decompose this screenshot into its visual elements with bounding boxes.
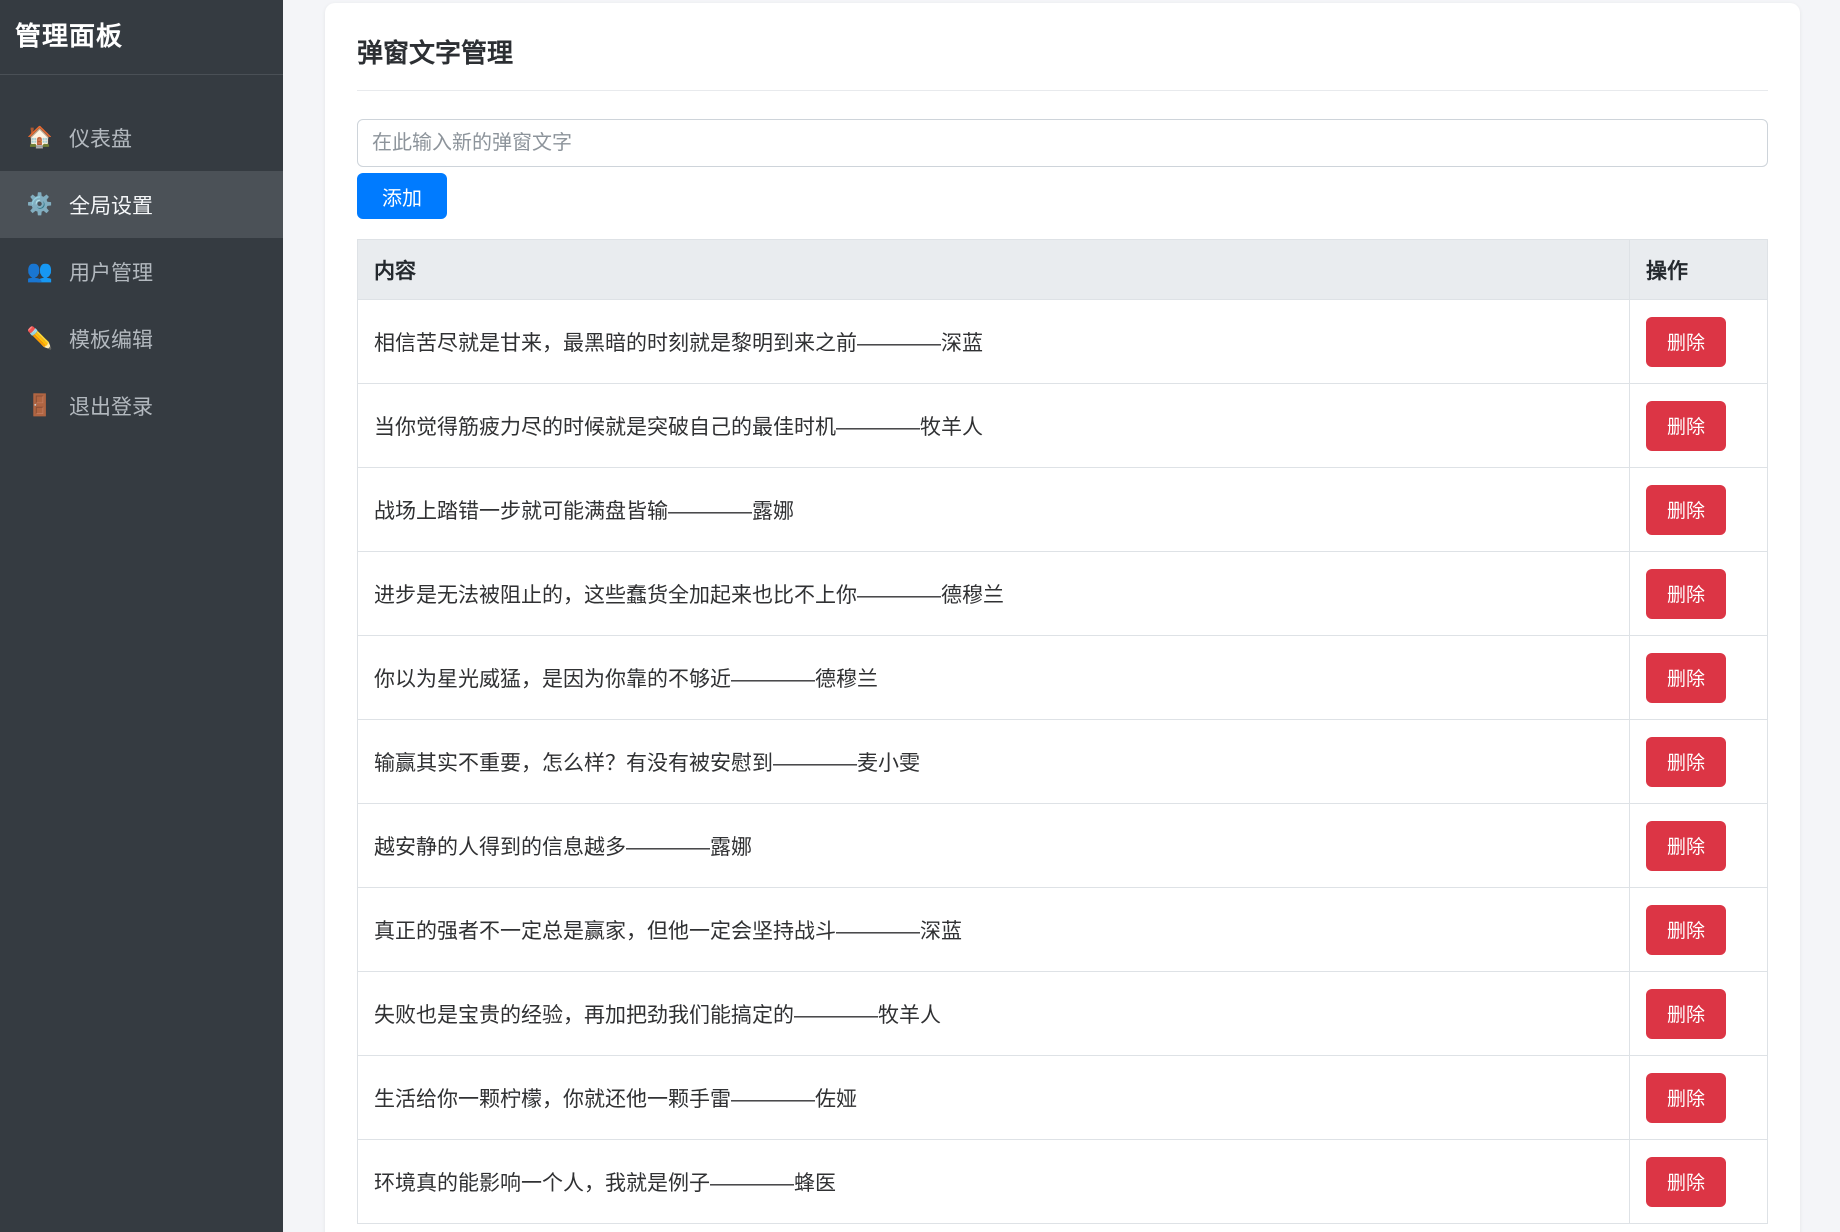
sidebar-item-template-edit[interactable]: ✏️ 模板编辑 (0, 305, 283, 372)
action-cell: 删除 (1630, 972, 1768, 1056)
sidebar-item-global-settings[interactable]: ⚙️ 全局设置 (0, 171, 283, 238)
action-cell: 删除 (1630, 720, 1768, 804)
action-cell: 删除 (1630, 300, 1768, 384)
sidebar-item-label: 全局设置 (69, 190, 153, 220)
action-cell: 删除 (1630, 888, 1768, 972)
quote-cell: 进步是无法被阻止的，这些蠢货全加起来也比不上你————德穆兰 (358, 552, 1630, 636)
quote-cell: 输赢其实不重要，怎么样？有没有被安慰到————麦小雯 (358, 720, 1630, 804)
divider (357, 90, 1768, 91)
sidebar-nav: 🏠 仪表盘 ⚙️ 全局设置 👥 用户管理 ✏️ 模板编辑 🚪 退出登录 (0, 104, 283, 439)
door-icon: 🚪 (26, 394, 54, 418)
add-button[interactable]: 添加 (357, 173, 447, 219)
table-body: 相信苦尽就是甘来，最黑暗的时刻就是黎明到来之前————深蓝 删除 当你觉得筋疲力… (358, 300, 1768, 1224)
app-root: 管理面板 🏠 仪表盘 ⚙️ 全局设置 👥 用户管理 ✏️ 模板编辑 🚪 退出登录… (0, 0, 1840, 1232)
table-row: 环境真的能影响一个人，我就是例子————蜂医 删除 (358, 1140, 1768, 1224)
sidebar-item-label: 用户管理 (69, 257, 153, 287)
pencil-icon: ✏️ (26, 327, 54, 351)
action-cell: 删除 (1630, 804, 1768, 888)
main-content: 弹窗文字管理 添加 内容 操作 相信苦尽就是甘来，最黑暗的时刻就是黎明到来之前—… (283, 0, 1840, 1232)
sidebar-item-user-management[interactable]: 👥 用户管理 (0, 238, 283, 305)
table-row: 你以为星光威猛，是因为你靠的不够近————德穆兰 删除 (358, 636, 1768, 720)
delete-button[interactable]: 删除 (1646, 737, 1726, 787)
delete-button[interactable]: 删除 (1646, 1073, 1726, 1123)
action-column-header: 操作 (1630, 240, 1768, 300)
action-cell: 删除 (1630, 384, 1768, 468)
sidebar-item-label: 仪表盘 (69, 123, 132, 153)
table-row: 越安静的人得到的信息越多————露娜 删除 (358, 804, 1768, 888)
table-row: 输赢其实不重要，怎么样？有没有被安慰到————麦小雯 删除 (358, 720, 1768, 804)
house-icon: 🏠 (26, 126, 54, 150)
app-title: 管理面板 (0, 0, 283, 75)
delete-button[interactable]: 删除 (1646, 569, 1726, 619)
action-cell: 删除 (1630, 1056, 1768, 1140)
gear-icon: ⚙️ (26, 193, 54, 217)
sidebar-item-label: 模板编辑 (69, 324, 153, 354)
delete-button[interactable]: 删除 (1646, 317, 1726, 367)
action-cell: 删除 (1630, 468, 1768, 552)
sidebar: 管理面板 🏠 仪表盘 ⚙️ 全局设置 👥 用户管理 ✏️ 模板编辑 🚪 退出登录 (0, 0, 283, 1232)
users-icon: 👥 (26, 260, 54, 284)
delete-button[interactable]: 删除 (1646, 821, 1726, 871)
new-popup-text-input[interactable] (357, 119, 1768, 167)
action-cell: 删除 (1630, 1140, 1768, 1224)
action-cell: 删除 (1630, 636, 1768, 720)
delete-button[interactable]: 删除 (1646, 653, 1726, 703)
action-cell: 删除 (1630, 552, 1768, 636)
quote-cell: 战场上踏错一步就可能满盘皆输————露娜 (358, 468, 1630, 552)
delete-button[interactable]: 删除 (1646, 1157, 1726, 1207)
sidebar-item-logout[interactable]: 🚪 退出登录 (0, 372, 283, 439)
sidebar-item-dashboard[interactable]: 🏠 仪表盘 (0, 104, 283, 171)
quote-cell: 失败也是宝贵的经验，再加把劲我们能搞定的————牧羊人 (358, 972, 1630, 1056)
table-header-row: 内容 操作 (358, 240, 1768, 300)
table-row: 战场上踏错一步就可能满盘皆输————露娜 删除 (358, 468, 1768, 552)
table-row: 失败也是宝贵的经验，再加把劲我们能搞定的————牧羊人 删除 (358, 972, 1768, 1056)
quote-cell: 真正的强者不一定总是赢家，但他一定会坚持战斗————深蓝 (358, 888, 1630, 972)
quote-cell: 生活给你一颗柠檬，你就还他一颗手雷————佐娅 (358, 1056, 1630, 1140)
table-row: 生活给你一颗柠檬，你就还他一颗手雷————佐娅 删除 (358, 1056, 1768, 1140)
content-column-header: 内容 (358, 240, 1630, 300)
quote-cell: 当你觉得筋疲力尽的时候就是突破自己的最佳时机————牧羊人 (358, 384, 1630, 468)
table-row: 相信苦尽就是甘来，最黑暗的时刻就是黎明到来之前————深蓝 删除 (358, 300, 1768, 384)
sidebar-item-label: 退出登录 (69, 391, 153, 421)
delete-button[interactable]: 删除 (1646, 989, 1726, 1039)
page-title: 弹窗文字管理 (357, 33, 1768, 70)
quote-cell: 相信苦尽就是甘来，最黑暗的时刻就是黎明到来之前————深蓝 (358, 300, 1630, 384)
table-row: 进步是无法被阻止的，这些蠢货全加起来也比不上你————德穆兰 删除 (358, 552, 1768, 636)
quote-cell: 你以为星光威猛，是因为你靠的不够近————德穆兰 (358, 636, 1630, 720)
table-row: 真正的强者不一定总是赢家，但他一定会坚持战斗————深蓝 删除 (358, 888, 1768, 972)
quote-cell: 越安静的人得到的信息越多————露娜 (358, 804, 1630, 888)
delete-button[interactable]: 删除 (1646, 485, 1726, 535)
popup-text-table: 内容 操作 相信苦尽就是甘来，最黑暗的时刻就是黎明到来之前————深蓝 删除 当… (357, 239, 1768, 1224)
popup-text-card: 弹窗文字管理 添加 内容 操作 相信苦尽就是甘来，最黑暗的时刻就是黎明到来之前—… (325, 3, 1800, 1232)
quote-cell: 环境真的能影响一个人，我就是例子————蜂医 (358, 1140, 1630, 1224)
delete-button[interactable]: 删除 (1646, 905, 1726, 955)
delete-button[interactable]: 删除 (1646, 401, 1726, 451)
table-row: 当你觉得筋疲力尽的时候就是突破自己的最佳时机————牧羊人 删除 (358, 384, 1768, 468)
